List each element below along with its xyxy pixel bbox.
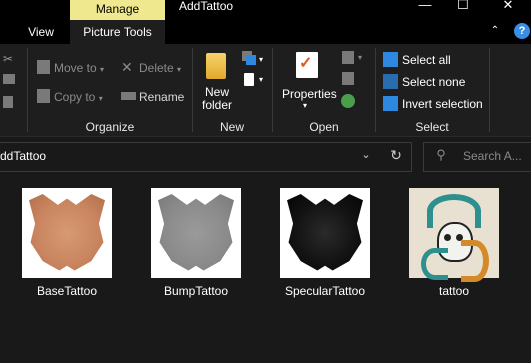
divider: [489, 48, 490, 132]
address-bar[interactable]: [0, 142, 412, 172]
chevron-down-icon: ▾: [100, 65, 105, 74]
delete-label: Delete: [139, 61, 174, 75]
chevron-down-icon: ▾: [259, 55, 264, 64]
chevron-down-icon: ▾: [259, 75, 264, 84]
copy-to-icon: [37, 89, 50, 103]
file-thumbnail: [280, 188, 370, 278]
file-thumbnail: [22, 188, 112, 278]
chevron-down-icon: ▾: [358, 53, 363, 62]
select-all-button[interactable]: Select all: [402, 53, 451, 67]
chevron-down-icon: ▾: [177, 65, 182, 74]
manage-context-tab[interactable]: Manage: [70, 0, 165, 20]
search-icon: ⚲: [436, 147, 446, 162]
copy-path-icon[interactable]: [3, 74, 15, 84]
new-folder-button[interactable]: New folder: [199, 86, 235, 112]
close-button[interactable]: ✕: [488, 0, 528, 12]
select-none-button[interactable]: Select none: [402, 75, 465, 89]
delete-icon: ✕: [121, 59, 133, 75]
organize-group-label: Organize: [85, 120, 135, 134]
file-name: BumpTattoo: [163, 284, 229, 298]
delete-button[interactable]: Delete ▾: [139, 61, 181, 75]
window-title: AddTattoo: [179, 0, 234, 13]
chevron-down-icon: ▾: [303, 101, 308, 110]
rename-button[interactable]: Rename: [139, 90, 184, 104]
tab-picture-tools[interactable]: Picture Tools: [70, 20, 165, 44]
easy-access-icon[interactable]: [244, 73, 254, 86]
file-name: SpecularTattoo: [284, 284, 366, 298]
copy-to-label: Copy to: [54, 90, 96, 104]
select-all-icon: [383, 52, 398, 67]
cut-icon[interactable]: ✂: [3, 52, 15, 66]
move-to-button[interactable]: Move to ▾: [54, 61, 104, 75]
refresh-icon[interactable]: ↻: [388, 147, 404, 163]
file-item[interactable]: BumpTattoo: [140, 180, 252, 308]
move-to-icon: [37, 60, 50, 74]
history-icon[interactable]: [341, 94, 355, 108]
properties-button[interactable]: Properties: [282, 87, 337, 101]
new-group-label: New: [219, 120, 244, 134]
maximize-button[interactable]: ☐: [443, 0, 483, 12]
edit-icon[interactable]: [342, 72, 354, 85]
address-path[interactable]: ddTattoo: [0, 149, 46, 163]
chevron-down-icon[interactable]: ⌄: [359, 148, 373, 162]
chevron-down-icon: ▾: [98, 94, 103, 103]
copy-to-button[interactable]: Copy to ▾: [54, 90, 103, 104]
invert-selection-button[interactable]: Invert selection: [402, 97, 483, 111]
open-icon[interactable]: [342, 51, 354, 64]
paste-shortcut-icon[interactable]: [3, 96, 13, 108]
file-thumbnail: [151, 188, 241, 278]
new-item-icon[interactable]: [242, 51, 256, 65]
help-icon[interactable]: ?: [514, 23, 530, 39]
minimize-button[interactable]: —: [405, 0, 445, 12]
file-item[interactable]: tattoo: [398, 180, 510, 308]
file-thumbnail: [409, 188, 499, 282]
new-folder-icon: [206, 53, 226, 79]
select-group-label: Select: [415, 120, 449, 134]
file-name: BaseTattoo: [36, 284, 98, 298]
collapse-ribbon-icon[interactable]: ⌃: [488, 24, 502, 38]
move-to-label: Move to: [54, 61, 97, 75]
tab-view[interactable]: View: [21, 20, 61, 44]
invert-selection-icon: [383, 96, 398, 111]
file-item[interactable]: SpecularTattoo: [269, 180, 381, 308]
properties-icon: ✓: [296, 52, 318, 78]
search-placeholder: Search A...: [463, 149, 522, 163]
file-name: tattoo: [438, 284, 470, 298]
open-group-label: Open: [309, 120, 339, 134]
rename-icon: [121, 92, 136, 100]
file-item[interactable]: BaseTattoo: [11, 180, 123, 308]
select-none-icon: [383, 74, 398, 89]
